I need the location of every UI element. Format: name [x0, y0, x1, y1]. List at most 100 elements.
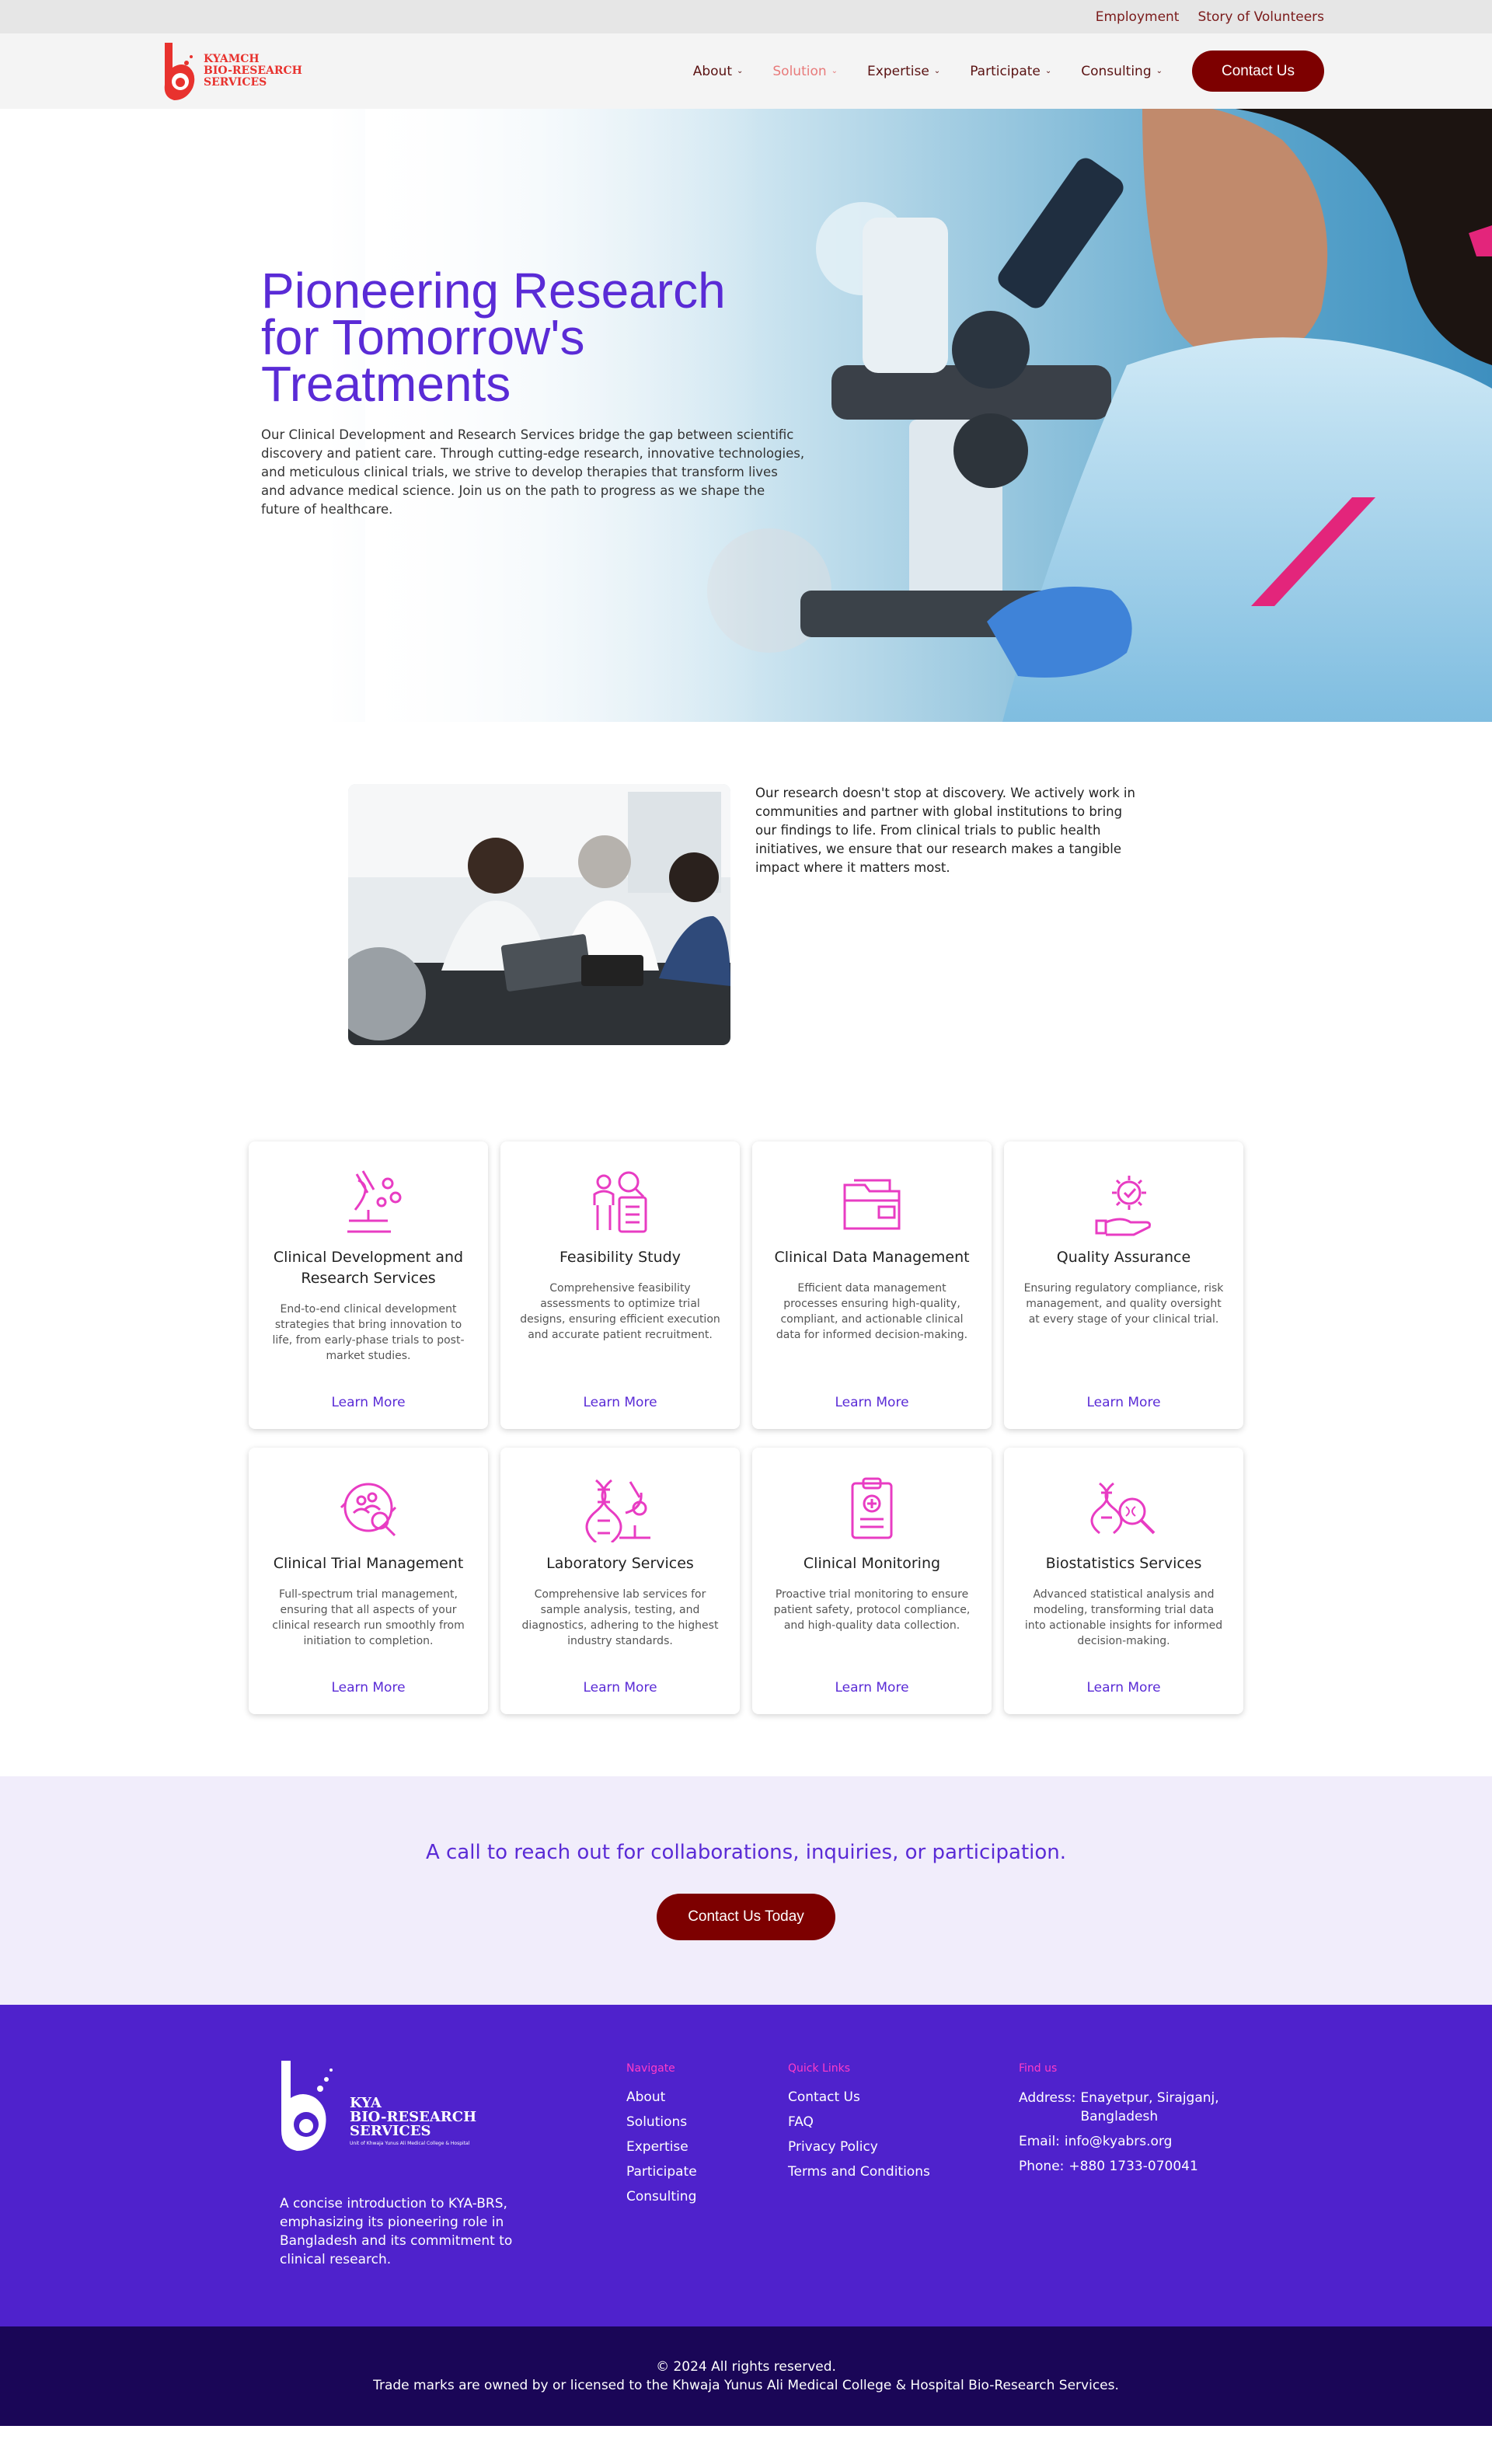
footer-link-consulting[interactable]: Consulting [626, 2188, 697, 2205]
contact-us-button[interactable]: Contact Us [1192, 51, 1324, 92]
brand-logo[interactable]: KYAMCH BIO-RESEARCH SERVICES [162, 41, 302, 102]
email-row: Email: info@kyabrs.org [1019, 2132, 1173, 2151]
learn-more-link[interactable]: Learn More [1086, 1680, 1160, 1696]
svg-text:SERVICES: SERVICES [350, 2123, 431, 2139]
navigate-heading: Navigate [626, 2062, 675, 2075]
service-description: Advanced statistical analysis and modeli… [1024, 1588, 1223, 1647]
learn-more-link[interactable]: Learn More [331, 1395, 405, 1410]
find-us-heading: Find us [1019, 2062, 1058, 2075]
copyright-bar: © 2024 All rights reserved. Trade marks … [0, 2326, 1492, 2426]
footer-link-faq[interactable]: FAQ [788, 2114, 930, 2131]
service-title: Laboratory Services [546, 1555, 694, 1572]
gear-hand-icon [1095, 1176, 1151, 1236]
service-description: Efficient data management processes ensu… [776, 1282, 968, 1341]
footer-find-us: Find us Address: Enayetpur, Sirajganj, B… [1019, 2062, 1236, 2182]
dna-microscope-icon [585, 1479, 650, 1542]
feasibility-icon [593, 1171, 647, 1233]
learn-more-link[interactable]: Learn More [835, 1395, 908, 1410]
footer-link-terms[interactable]: Terms and Conditions [788, 2163, 930, 2180]
hero-description: Our Clinical Development and Research Se… [261, 427, 805, 517]
footer-link-expertise[interactable]: Expertise [626, 2138, 697, 2156]
nav-expertise[interactable]: Expertise ⌄ [867, 64, 940, 79]
phone-value: +880 1733-070041 [1068, 2159, 1198, 2174]
service-card: Feasibility Study Comprehensive feasibil… [500, 1141, 740, 1429]
address-row: Address: Enayetpur, Sirajganj, Banglades… [1019, 2089, 1236, 2126]
service-card: Clinical Data Management Efficient data … [752, 1141, 992, 1429]
email-link[interactable]: info@kyabrs.org [1065, 2132, 1173, 2151]
site-footer: KYA BIO-RESEARCH SERVICES Unit of Khwaja… [0, 2005, 1492, 2326]
svg-text:Unit of Khwaja Yunus Ali Medic: Unit of Khwaja Yunus Ali Medical College… [350, 2141, 470, 2146]
trial-search-icon [340, 1483, 397, 1537]
employment-link[interactable]: Employment [1096, 9, 1180, 25]
site-header: KYAMCH BIO-RESEARCH SERVICES About ⌄ Solu… [0, 33, 1492, 109]
main-nav: About ⌄ Solution ⌄ Expertise ⌄ Participate ⌄… [693, 51, 1324, 92]
footer-link-contact[interactable]: Contact Us [788, 2089, 930, 2106]
service-description: Ensuring regulatory compliance, risk man… [1023, 1282, 1224, 1326]
service-description: Comprehensive lab services for sample an… [521, 1588, 719, 1647]
service-title: Biostatistics Services [1045, 1555, 1202, 1572]
logo-mark-icon [164, 42, 195, 100]
service-description: End-to-end clinical development strategi… [272, 1303, 465, 1362]
volunteers-link[interactable]: Story of Volunteers [1197, 9, 1324, 25]
top-bar: Employment Story of Volunteers [0, 0, 1492, 33]
team-meeting-image [348, 784, 730, 1045]
service-title: Feasibility Study [560, 1249, 681, 1266]
service-card: Clinical Monitoring Proactive trial moni… [752, 1448, 992, 1714]
footer-link-participate[interactable]: Participate [626, 2163, 697, 2180]
footer-link-about[interactable]: About [626, 2089, 697, 2106]
footer-quick-links: Quick Links Contact Us FAQ Privacy Polic… [788, 2062, 930, 2188]
service-title: Quality Assurance [1056, 1249, 1191, 1266]
copyright-text: © 2024 All rights reserved. [656, 2359, 836, 2375]
contact-us-today-button[interactable]: Contact Us Today [657, 1894, 835, 1940]
service-description: Comprehensive feasibility assessments to… [520, 1282, 720, 1341]
footer-navigate: Navigate About Solutions Expertise Parti… [626, 2062, 697, 2213]
service-card: Clinical Development and Research Servic… [249, 1141, 488, 1429]
quick-links-heading: Quick Links [788, 2062, 851, 2075]
hero-section: Pioneering Research for Tomorrow's Treat… [0, 109, 1492, 722]
service-description: Full-spectrum trial management, ensuring… [272, 1588, 465, 1647]
footer-logo-mark-icon: KYA BIO-RESEARCH SERVICES Unit of Khwaja… [281, 2061, 476, 2151]
nav-solution[interactable]: Solution ⌄ [772, 64, 838, 79]
service-title: Clinical Trial Management [273, 1555, 464, 1572]
footer-logo[interactable]: KYA BIO-RESEARCH SERVICES Unit of Khwaja… [280, 2059, 497, 2156]
nav-consulting[interactable]: Consulting ⌄ [1081, 64, 1163, 79]
chevron-down-icon: ⌄ [1044, 67, 1052, 75]
microscope-icon [347, 1170, 402, 1233]
intro-section: Our research doesn't stop at discovery. … [0, 722, 1492, 1141]
service-title: Clinical Data Management [774, 1249, 970, 1266]
clipboard-icon [851, 1477, 893, 1539]
service-card: Quality Assurance Ensuring regulatory co… [1004, 1141, 1243, 1429]
trademark-text: Trade marks are owned by or licensed to … [373, 2378, 1119, 2393]
footer-link-privacy[interactable]: Privacy Policy [788, 2138, 930, 2156]
service-title: Clinical Monitoring [803, 1555, 941, 1572]
dna-search-icon [1090, 1482, 1156, 1535]
cta-text: A call to reach out for collaborations, … [425, 1841, 1067, 1864]
nav-participate[interactable]: Participate ⌄ [970, 64, 1051, 79]
phone-row: Phone: +880 1733-070041 [1019, 2159, 1198, 2174]
service-card: Clinical Trial Management Full-spectrum … [249, 1448, 488, 1714]
learn-more-link[interactable]: Learn More [583, 1395, 657, 1410]
learn-more-link[interactable]: Learn More [583, 1680, 657, 1696]
cta-section: A call to reach out for collaborations, … [0, 1776, 1492, 2005]
chevron-down-icon: ⌄ [737, 67, 744, 75]
learn-more-link[interactable]: Learn More [331, 1680, 405, 1696]
service-card: Laboratory Services Comprehensive lab se… [500, 1448, 740, 1714]
footer-link-solutions[interactable]: Solutions [626, 2114, 697, 2131]
folder-icon [843, 1179, 901, 1230]
chevron-down-icon: ⌄ [1156, 67, 1163, 75]
services-section: Clinical Development and Research Servic… [0, 1141, 1492, 1776]
logo-text: KYAMCH BIO-RESEARCH SERVICES [204, 53, 302, 89]
hero-content: Pioneering Research for Tomorrow's Treat… [261, 263, 805, 519]
service-card: Biostatistics Services Advanced statisti… [1004, 1448, 1243, 1714]
nav-about[interactable]: About ⌄ [693, 64, 744, 79]
intro-text: Our research doesn't stop at discovery. … [755, 786, 1135, 875]
learn-more-link[interactable]: Learn More [1086, 1395, 1160, 1410]
learn-more-link[interactable]: Learn More [835, 1680, 908, 1696]
service-description: Proactive trial monitoring to ensure pat… [773, 1588, 971, 1632]
address-value: Enayetpur, Sirajganj, Bangladesh [1080, 2090, 1219, 2124]
hero-title: Pioneering Research for Tomorrow's Treat… [261, 263, 726, 412]
footer-intro: A concise introduction to KYA-BRS, empha… [280, 2196, 513, 2267]
chevron-down-icon: ⌄ [831, 67, 838, 75]
services-grid: Clinical Development and Research Servic… [249, 1141, 1492, 1714]
chevron-down-icon: ⌄ [933, 67, 941, 75]
